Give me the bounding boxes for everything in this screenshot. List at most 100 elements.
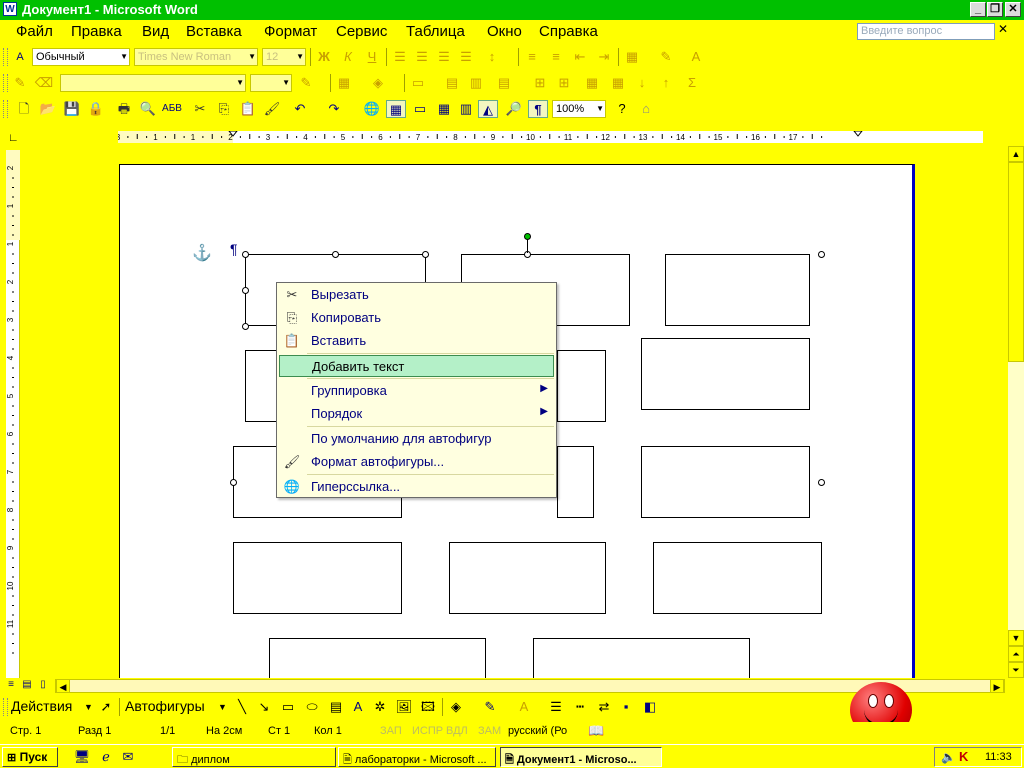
start-button[interactable]: ⊞ Пуск <box>2 747 58 767</box>
line-weight-combo[interactable]: ▼ <box>250 74 292 92</box>
drawing-toolbar-icon[interactable]: ◭ <box>478 100 498 118</box>
resize-handle[interactable] <box>242 323 249 330</box>
zoom-combo[interactable]: 100% ▼ <box>552 100 606 118</box>
autoshapes-menu-button[interactable]: Автофигуры <box>125 698 205 714</box>
menu-item-set-default[interactable]: По умолчанию для автофигур <box>279 428 554 450</box>
increase-indent-icon[interactable]: ⇥ <box>594 48 614 66</box>
volume-icon[interactable]: 🔈 <box>941 750 956 764</box>
print-preview-icon[interactable]: 🔍 <box>138 100 158 118</box>
distribute-columns-icon[interactable]: ⊞ <box>554 74 574 92</box>
rectangle-shape[interactable] <box>557 350 606 422</box>
help-icon[interactable]: ? <box>612 100 632 118</box>
tables-borders-icon[interactable]: ▦ <box>386 100 406 118</box>
tab-selector-icon[interactable]: ∟ <box>8 132 20 144</box>
select-objects-icon[interactable]: ➚ <box>96 698 116 716</box>
previous-page-icon[interactable]: ⏶ <box>1008 646 1024 662</box>
insert-picture-icon[interactable]: 🖾 <box>418 698 438 716</box>
menu-window[interactable]: Окно <box>487 23 522 40</box>
vertical-scrollbar[interactable]: ▲ ▼ ⏶ ⏷ <box>1008 146 1024 678</box>
align-center-icon[interactable]: ☰ <box>412 48 432 66</box>
rectangle-shape[interactable] <box>653 542 822 614</box>
print-icon[interactable]: 🖶 <box>114 100 134 118</box>
bold-icon[interactable]: Ж <box>314 48 334 66</box>
toolbar-grip[interactable] <box>3 48 8 66</box>
insert-table-icon[interactable]: ▭ <box>408 74 428 92</box>
resize-handle[interactable] <box>230 479 237 486</box>
rectangle-shape[interactable] <box>449 542 606 614</box>
status-rec[interactable]: ЗАП <box>380 725 402 737</box>
scroll-left-icon[interactable]: ◀ <box>56 679 70 693</box>
bullets-icon[interactable]: ≡ <box>546 48 566 66</box>
save-icon[interactable]: 💾 <box>62 100 82 118</box>
columns-icon[interactable]: ▥ <box>456 100 476 118</box>
normal-view-icon[interactable]: ≡ <box>4 678 18 692</box>
toolbar-grip[interactable] <box>3 100 8 118</box>
decrease-indent-icon[interactable]: ⇤ <box>570 48 590 66</box>
rectangle-shape[interactable] <box>269 638 486 678</box>
numbering-icon[interactable]: ≡ <box>522 48 542 66</box>
insert-table-icon[interactable]: ▭ <box>410 100 430 118</box>
menu-item-grouping[interactable]: Группировка ▶ <box>279 380 554 402</box>
border-color-icon[interactable]: ✎ <box>296 74 316 92</box>
diagram-icon[interactable]: ✲ <box>370 698 390 716</box>
menu-item-format-autoshape[interactable]: 🖌 Формат автофигуры... <box>279 451 554 473</box>
merge-cells-icon[interactable]: ▤ <box>442 74 462 92</box>
dash-style-icon[interactable]: ┅ <box>570 698 590 716</box>
word-app-icon[interactable]: W <box>3 2 17 16</box>
sort-ascending-icon[interactable]: ↓ <box>632 74 652 92</box>
copy-icon[interactable]: ⎘ <box>214 100 234 118</box>
scroll-up-icon[interactable]: ▲ <box>1008 146 1024 162</box>
oval-tool-icon[interactable]: ⬭ <box>302 698 322 716</box>
web-view-icon[interactable]: ▤ <box>20 678 34 692</box>
distribute-rows-icon[interactable]: ⊞ <box>530 74 550 92</box>
line-color-icon[interactable]: ✎ <box>480 698 500 716</box>
arrow-tool-icon[interactable]: ↘ <box>254 698 274 716</box>
task-diplom[interactable]: 🗀 диплом <box>172 747 336 767</box>
restore-button[interactable]: ❐ <box>987 2 1003 17</box>
undo-icon[interactable]: ↶ <box>290 100 310 118</box>
clock[interactable]: 11:33 <box>985 751 1012 763</box>
scroll-thumb[interactable] <box>1008 162 1024 362</box>
underline-icon[interactable]: Ч <box>362 48 382 66</box>
rectangle-shape[interactable] <box>641 338 810 410</box>
rectangle-shape[interactable] <box>233 542 402 614</box>
shadow-style-icon[interactable]: ▪ <box>616 698 636 716</box>
resize-handle[interactable] <box>818 251 825 258</box>
line-spacing-icon[interactable]: ↕ <box>482 48 502 66</box>
cut-icon[interactable]: ✂ <box>190 100 210 118</box>
toolbar-grip[interactable] <box>3 74 8 92</box>
task-laboratorki[interactable]: 🗎 лабораторки - Microsoft ... <box>338 747 496 767</box>
menu-edit[interactable]: Правка <box>71 23 122 40</box>
arrow-style-icon[interactable]: ⇄ <box>594 698 614 716</box>
status-trk[interactable]: ИСПР <box>412 725 443 737</box>
styles-pane-icon[interactable]: A <box>10 48 30 66</box>
scroll-right-icon[interactable]: ▶ <box>990 679 1004 693</box>
spelling-icon[interactable]: АБВ <box>162 100 182 118</box>
redo-icon[interactable]: ↷ <box>324 100 344 118</box>
show-hide-marks-icon[interactable]: ¶ <box>528 100 548 118</box>
menu-view[interactable]: Вид <box>142 23 169 40</box>
italic-icon[interactable]: К <box>338 48 358 66</box>
format-painter-icon[interactable]: 🖌 <box>262 100 282 118</box>
status-ovr[interactable]: ЗАМ <box>478 725 501 737</box>
permission-icon[interactable]: 🔒 <box>86 100 106 118</box>
rectangle-shape[interactable] <box>665 254 810 326</box>
textbox-tool-icon[interactable]: ▤ <box>326 698 346 716</box>
minimize-button[interactable]: _ <box>970 2 986 17</box>
read-mode-icon[interactable]: ⌂ <box>636 100 656 118</box>
menu-item-add-text[interactable]: Добавить текст <box>279 355 554 377</box>
menu-tools[interactable]: Сервис <box>336 23 387 40</box>
font-color-icon[interactable]: A <box>514 698 534 716</box>
shading-color-icon[interactable]: ◈ <box>368 74 388 92</box>
borders-icon[interactable]: ▦ <box>622 48 642 66</box>
resize-handle[interactable] <box>242 251 249 258</box>
status-ext[interactable]: ВДЛ <box>446 725 468 737</box>
table-autoformat-icon[interactable]: ▦ <box>582 74 602 92</box>
fill-color-icon[interactable]: ◈ <box>446 698 466 716</box>
line-style-icon[interactable]: ☰ <box>546 698 566 716</box>
justify-icon[interactable]: ☰ <box>456 48 476 66</box>
menu-help[interactable]: Справка <box>539 23 598 40</box>
resize-handle[interactable] <box>242 287 249 294</box>
outside-border-icon[interactable]: ▦ <box>334 74 354 92</box>
rectangle-tool-icon[interactable]: ▭ <box>278 698 298 716</box>
